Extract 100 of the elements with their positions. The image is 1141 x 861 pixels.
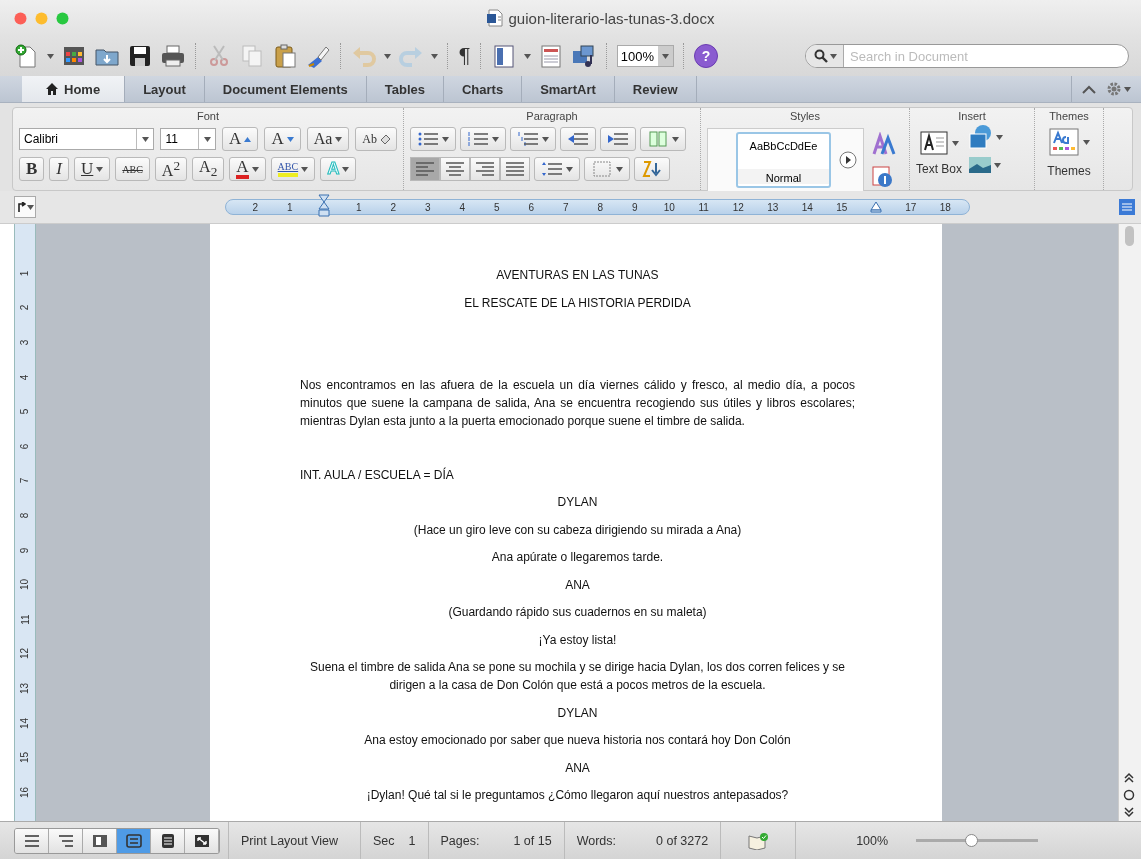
search-options-button[interactable] [806, 45, 844, 67]
search-bar[interactable]: Search in Document [805, 44, 1129, 68]
next-page-icon[interactable] [1122, 805, 1136, 819]
caret-icon[interactable] [335, 136, 343, 142]
caret-icon[interactable] [431, 53, 438, 59]
caret-icon[interactable] [952, 140, 959, 146]
caret-icon[interactable] [616, 166, 623, 172]
tab-stop-selector[interactable] [14, 196, 36, 218]
format-button[interactable]: A$^{2}$ [154, 157, 188, 181]
format-button[interactable]: ABC [270, 157, 316, 181]
format-button[interactable]: A [229, 157, 266, 181]
search-icon[interactable] [814, 49, 828, 63]
print-icon[interactable] [160, 43, 186, 69]
media-icon[interactable] [570, 43, 597, 69]
bullets-button[interactable] [410, 127, 456, 151]
caret-icon[interactable] [662, 53, 669, 59]
style-gallery-item[interactable]: AaBbCcDdEe Normal [736, 132, 831, 188]
caret-icon[interactable] [301, 166, 309, 172]
caret-icon[interactable] [542, 136, 549, 142]
caret-icon[interactable] [442, 136, 449, 142]
themes-button[interactable]: Themes [1041, 124, 1097, 178]
alignment-button[interactable] [470, 157, 500, 181]
alignment-button[interactable] [410, 157, 440, 181]
format-button[interactable]: B [19, 157, 45, 181]
caret-icon[interactable] [26, 204, 34, 210]
alignment-button[interactable] [500, 157, 530, 181]
ruler-number: 2 [252, 201, 259, 213]
style-pane-icon[interactable] [872, 166, 894, 188]
caret-icon[interactable] [523, 53, 531, 59]
pilcrow-button[interactable]: ¶ [458, 44, 471, 68]
save-icon[interactable] [127, 43, 153, 69]
caret-icon[interactable] [1082, 139, 1090, 145]
font-size-field[interactable]: 11 [160, 128, 217, 150]
caret-icon[interactable] [47, 53, 54, 59]
spelling-check-icon[interactable] [747, 831, 770, 850]
browse-object-icon[interactable] [1122, 788, 1136, 802]
right-indent-marker-icon[interactable] [870, 201, 883, 213]
search-field[interactable]: Search in Document [844, 47, 1128, 65]
indent-marker-icon[interactable] [318, 194, 331, 220]
text-box-button[interactable]: Text Box [916, 124, 963, 176]
multilevel-list-button[interactable] [510, 127, 556, 151]
ribbon-tab[interactable]: Home [22, 76, 126, 102]
publishing-view-button[interactable] [83, 828, 117, 853]
ribbon-tab[interactable]: Document Elements [204, 76, 367, 102]
play-icon[interactable] [839, 151, 857, 169]
format-button[interactable]: A [222, 127, 259, 151]
print-layout-view-button[interactable] [117, 828, 151, 853]
ribbon-tab[interactable]: Charts [443, 76, 523, 102]
format-button[interactable]: A$_{2}$ [192, 157, 225, 181]
caret-icon[interactable] [384, 53, 391, 59]
caret-icon[interactable] [566, 166, 573, 172]
notebook-view-button[interactable] [151, 828, 185, 853]
caret-icon[interactable] [141, 136, 149, 142]
line-spacing-button[interactable] [534, 157, 580, 181]
collapse-icon[interactable] [1082, 84, 1096, 94]
settings-icon[interactable] [1106, 81, 1122, 97]
caret-icon[interactable] [1124, 86, 1131, 92]
format-button[interactable]: U [74, 157, 111, 181]
picture-icon[interactable] [968, 156, 993, 174]
ribbon-tab[interactable]: Layout [125, 76, 205, 102]
ribbon-tab[interactable]: SmartArt [522, 76, 615, 102]
group-title: Paragraph [525, 109, 579, 124]
full-screen-view-button[interactable] [185, 828, 219, 853]
caret-icon[interactable] [830, 53, 837, 59]
alignment-button[interactable] [440, 157, 470, 181]
ribbon-tab[interactable]: Tables [366, 76, 444, 102]
caret-icon[interactable] [96, 166, 104, 172]
caret-icon[interactable] [342, 166, 350, 172]
previous-page-icon[interactable] [1122, 771, 1136, 785]
help-button[interactable]: ? [694, 44, 718, 68]
zoom-dropdown[interactable]: 100% [616, 45, 674, 67]
format-button[interactable]: A [264, 127, 301, 151]
format-button[interactable]: I [49, 157, 69, 181]
sort-button[interactable] [634, 157, 670, 181]
style-change-icon[interactable] [872, 132, 898, 156]
caret-icon[interactable] [203, 136, 211, 142]
home-icon[interactable] [46, 83, 58, 95]
draft-view-button[interactable] [15, 828, 49, 853]
outline-view-button[interactable] [49, 828, 83, 853]
paste-icon[interactable] [272, 43, 298, 69]
caret-icon[interactable] [251, 166, 259, 172]
caret-icon[interactable] [672, 136, 679, 142]
caret-icon[interactable] [994, 162, 1002, 168]
numbering-button[interactable] [460, 127, 506, 151]
scrollbar[interactable] [1118, 224, 1141, 821]
caret-icon[interactable] [492, 136, 499, 142]
font-name-field[interactable]: Calibri [19, 128, 155, 150]
document-title: AVENTURAS EN LAS TUNAS [495, 267, 660, 284]
caret-icon[interactable] [996, 134, 1004, 140]
format-button[interactable]: Aa [306, 127, 350, 151]
group-title: Font [196, 109, 220, 124]
scrollbar-thumb[interactable] [1125, 226, 1134, 246]
window-control-icon[interactable] [14, 12, 27, 25]
zoom-slider-thumb[interactable] [965, 833, 979, 847]
decrease-indent-button[interactable] [560, 127, 596, 151]
ruler-number: 3 [19, 339, 31, 346]
increase-indent-button[interactable] [600, 127, 636, 151]
format-button[interactable]: ABC [115, 157, 150, 181]
ribbon-tab[interactable]: Review [614, 76, 697, 102]
format-button[interactable]: Ab [355, 127, 397, 151]
